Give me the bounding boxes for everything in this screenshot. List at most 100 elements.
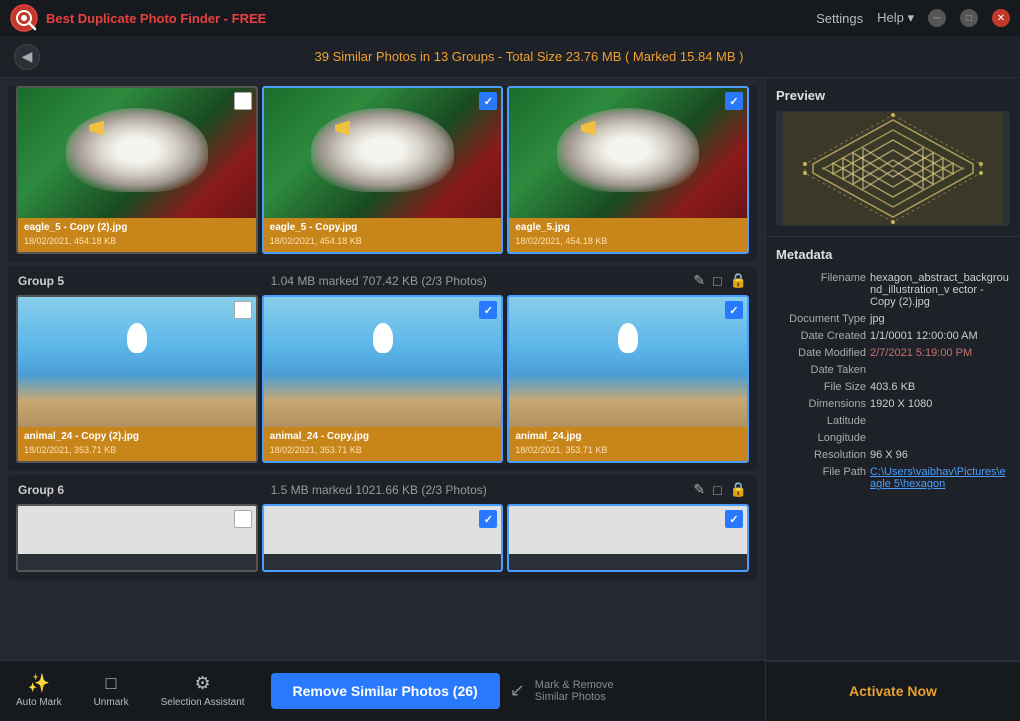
- minimize-button[interactable]: ─: [928, 9, 946, 27]
- preview-svg: [783, 112, 1003, 225]
- meta-datemodified-val: 2/7/2021 5:19:00 PM: [870, 347, 1010, 359]
- meta-resolution-row: Resolution 96 X 96: [776, 449, 1010, 461]
- maximize-button[interactable]: □: [960, 9, 978, 27]
- photo-card[interactable]: animal_24 - Copy.jpg 18/02/2021, 353.71 …: [262, 295, 504, 463]
- photo-image: [509, 506, 747, 554]
- photo-card[interactable]: animal_24 - Copy (2).jpg 18/02/2021, 353…: [16, 295, 258, 463]
- photo-checkbox[interactable]: [479, 510, 497, 528]
- photo-card[interactable]: eagle_5 - Copy (2).jpg 18/02/2021, 454.1…: [16, 86, 258, 254]
- preview-section: Preview: [766, 78, 1020, 236]
- hint-arrow-icon: ↙: [510, 680, 525, 701]
- photo-checkbox[interactable]: [234, 92, 252, 110]
- unmark-icon: □: [106, 673, 117, 694]
- group-6-name: Group 6: [18, 483, 64, 497]
- app-logo-icon: [10, 4, 38, 32]
- photo-checkbox[interactable]: [479, 92, 497, 110]
- summary-text: 39 Similar Photos in 13 Groups - Total S…: [52, 49, 1006, 64]
- meta-resolution-key: Resolution: [776, 449, 866, 461]
- photo-filename: animal_24.jpg: [515, 430, 741, 444]
- photo-filename: eagle_5.jpg: [515, 221, 741, 235]
- selection-assistant-label: Selection Assistant: [161, 697, 245, 708]
- meta-datecreated-val: 1/1/0001 12:00:00 AM: [870, 330, 1010, 342]
- auto-mark-button[interactable]: ✨ Auto Mark: [0, 661, 78, 720]
- photo-checkbox[interactable]: [234, 510, 252, 528]
- settings-button[interactable]: Settings: [816, 11, 863, 26]
- group-5-actions: ✎ □ 🔒: [693, 272, 747, 289]
- auto-mark-label: Auto Mark: [16, 697, 62, 708]
- photo-image: [509, 88, 747, 218]
- meta-filepath-val[interactable]: C:\Users\vaibhav\Pictures\eagle 5\hexago…: [870, 466, 1010, 490]
- back-button[interactable]: ◀: [14, 44, 40, 70]
- photo-checkbox[interactable]: [725, 301, 743, 319]
- group-5-info: 1.04 MB marked 707.42 KB (2/3 Photos): [72, 274, 685, 288]
- hint-row: ↙ Mark & Remove Similar Photos: [510, 679, 765, 703]
- group-5-name: Group 5: [18, 274, 64, 288]
- eagle-image-icon: [509, 88, 747, 218]
- meta-filesize-key: File Size: [776, 381, 866, 393]
- meta-datemodified-row: Date Modified 2/7/2021 5:19:00 PM: [776, 347, 1010, 359]
- bird-image-icon: [509, 297, 747, 427]
- photo-checkbox[interactable]: [725, 92, 743, 110]
- photo-label: animal_24.jpg 18/02/2021, 353.71 KB: [509, 427, 747, 461]
- photo-image: [264, 506, 502, 554]
- main-content: eagle_5 - Copy (2).jpg 18/02/2021, 454.1…: [0, 78, 1020, 660]
- meta-datetaken-val: [870, 364, 1010, 376]
- select-icon[interactable]: □: [713, 482, 721, 498]
- close-button[interactable]: ✕: [992, 9, 1010, 27]
- photo-card[interactable]: [16, 504, 258, 572]
- help-button[interactable]: Help ▾: [877, 10, 914, 26]
- photo-card[interactable]: [262, 504, 504, 572]
- metadata-section: Metadata Filename hexagon_abstract_backg…: [766, 236, 1020, 660]
- photo-image: [18, 297, 256, 427]
- photo-fileinfo: 18/02/2021, 353.71 KB: [270, 445, 362, 455]
- group-6-photos-row: [8, 504, 757, 580]
- group-4-photos-row: eagle_5 - Copy (2).jpg 18/02/2021, 454.1…: [8, 86, 757, 262]
- photo-checkbox[interactable]: [479, 301, 497, 319]
- unmark-button[interactable]: □ Unmark: [78, 661, 145, 720]
- photo-label: animal_24 - Copy (2).jpg 18/02/2021, 353…: [18, 427, 256, 461]
- app-title: Best Duplicate Photo Finder - FREE: [46, 11, 266, 26]
- photos-scroll-area[interactable]: eagle_5 - Copy (2).jpg 18/02/2021, 454.1…: [0, 78, 765, 660]
- meta-filename-row: Filename hexagon_abstract_background_ill…: [776, 272, 1010, 308]
- meta-resolution-val: 96 X 96: [870, 449, 1010, 461]
- meta-datecreated-key: Date Created: [776, 330, 866, 342]
- photo-card[interactable]: eagle_5.jpg 18/02/2021, 454.18 KB: [507, 86, 749, 254]
- activate-now-button[interactable]: Activate Now: [849, 683, 937, 699]
- preview-image: [776, 111, 1010, 226]
- meta-dimensions-val: 1920 X 1080: [870, 398, 1010, 410]
- photo-image: [18, 88, 256, 218]
- meta-dimensions-row: Dimensions 1920 X 1080: [776, 398, 1010, 410]
- group-6-actions: ✎ □ 🔒: [693, 481, 747, 498]
- photo-filename: animal_24 - Copy (2).jpg: [24, 430, 250, 444]
- group-5-header: Group 5 1.04 MB marked 707.42 KB (2/3 Ph…: [8, 266, 757, 295]
- meta-dimensions-key: Dimensions: [776, 398, 866, 410]
- auto-mark-icon: ✨: [28, 673, 50, 694]
- edit-icon[interactable]: ✎: [693, 272, 705, 289]
- lock-icon[interactable]: 🔒: [730, 272, 747, 289]
- topbar: ◀ 39 Similar Photos in 13 Groups - Total…: [0, 36, 1020, 78]
- photo-checkbox[interactable]: [234, 301, 252, 319]
- photo-image: [264, 297, 502, 427]
- group-6-container: Group 6 1.5 MB marked 1021.66 KB (2/3 Ph…: [8, 475, 757, 580]
- photo-fileinfo: 18/02/2021, 454.18 KB: [515, 236, 607, 246]
- meta-latitude-val: [870, 415, 1010, 427]
- photo-checkbox[interactable]: [725, 510, 743, 528]
- meta-datemodified-key: Date Modified: [776, 347, 866, 359]
- eagle-image-icon: [264, 88, 502, 218]
- photo-image: [509, 297, 747, 427]
- photo-label: eagle_5.jpg 18/02/2021, 454.18 KB: [509, 218, 747, 252]
- select-icon[interactable]: □: [713, 273, 721, 289]
- lock-icon[interactable]: 🔒: [730, 481, 747, 498]
- meta-longitude-row: Longitude: [776, 432, 1010, 444]
- selection-assistant-button[interactable]: ⚙ Selection Assistant: [145, 661, 261, 720]
- remove-similar-photos-button[interactable]: Remove Similar Photos (26): [271, 673, 500, 709]
- titlebar-left: Best Duplicate Photo Finder - FREE: [10, 4, 266, 32]
- photo-fileinfo: 18/02/2021, 454.18 KB: [24, 236, 116, 246]
- meta-datetaken-key: Date Taken: [776, 364, 866, 376]
- photo-card[interactable]: [507, 504, 749, 572]
- group-5-container: Group 5 1.04 MB marked 707.42 KB (2/3 Ph…: [8, 266, 757, 471]
- photo-card[interactable]: animal_24.jpg 18/02/2021, 353.71 KB: [507, 295, 749, 463]
- photo-card[interactable]: eagle_5 - Copy.jpg 18/02/2021, 454.18 KB: [262, 86, 504, 254]
- hint-line2: Similar Photos: [535, 691, 606, 703]
- edit-icon[interactable]: ✎: [693, 481, 705, 498]
